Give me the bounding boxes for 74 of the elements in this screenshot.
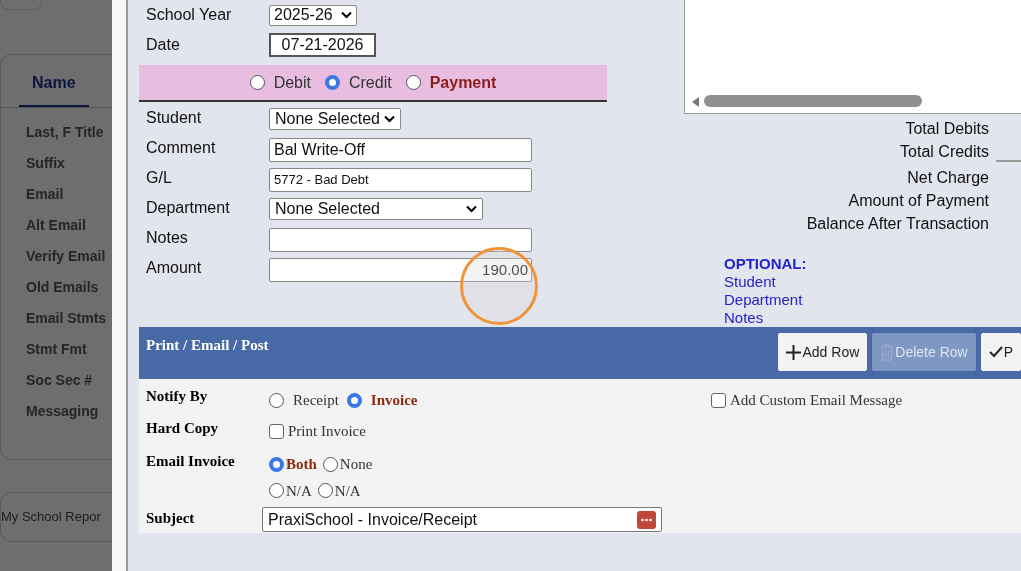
dropdown[interactable]: None Selected (269, 108, 401, 130)
school-year-select[interactable]: 2025-26 (269, 4, 357, 26)
field-label: Email Stmts (26, 309, 108, 328)
caret-icon (340, 11, 352, 19)
field-label: School Year (146, 5, 233, 25)
radio-label[interactable]: Invoice (370, 389, 418, 412)
field-label: Verify Email (26, 247, 107, 266)
field-label: Department (146, 198, 231, 217)
dropdown[interactable]: None Selected (269, 198, 483, 220)
caret-icon (466, 205, 477, 213)
trash-icon (880, 343, 895, 361)
field-label: Email Invoice (146, 452, 236, 471)
checkbox-label[interactable]: Print Invoice (288, 420, 366, 443)
radio-button[interactable] (269, 392, 284, 408)
plus-icon (786, 344, 802, 360)
amount-field[interactable]: 190.00 (269, 258, 532, 282)
total-label: Total Debits (905, 119, 989, 139)
radio-button[interactable] (317, 483, 333, 499)
optional-item: Student (724, 273, 777, 291)
radio-label[interactable]: N/A (334, 479, 361, 502)
field-label: Old Emails (26, 278, 100, 297)
check-icon (988, 346, 1003, 358)
radio-label[interactable]: N/A (286, 479, 312, 502)
field-label: Date (146, 35, 181, 55)
field-label: Alt Email (26, 216, 87, 235)
total-label: Balance After Transaction (806, 214, 989, 234)
field-label: Messaging (26, 402, 100, 421)
checkbox-label[interactable]: Add Custom Email Message (730, 389, 903, 412)
radio-label[interactable]: Receipt (293, 389, 339, 412)
field-label: Hard Copy (146, 419, 220, 438)
subject-field[interactable]: PraxiSchool - Invoice/Receipt (262, 507, 662, 532)
caret-icon (383, 115, 395, 123)
date-field[interactable]: 07-21-2026 (269, 33, 376, 57)
scroll-left-icon[interactable] (692, 97, 699, 107)
checkbox[interactable] (269, 423, 284, 439)
radio-label[interactable]: Payment (429, 70, 497, 95)
field-label: Soc Sec # (26, 371, 94, 390)
checkbox[interactable] (711, 392, 726, 408)
total-label: Amount of Payment (848, 191, 989, 211)
radio-button[interactable] (249, 75, 265, 90)
field-label: Subject (146, 509, 196, 528)
scrollbar-thumb[interactable] (704, 95, 922, 107)
radio-label[interactable]: Debit (273, 70, 311, 95)
radio-button[interactable] (325, 75, 340, 90)
field-label: Comment (146, 138, 217, 157)
field-label: Email (26, 185, 65, 204)
field-label: Last, F Title (26, 123, 105, 142)
optional-item: Notes (724, 309, 765, 327)
optional-item: Department (724, 291, 804, 309)
input-field[interactable]: 5772 - Bad Debt (269, 168, 532, 192)
input-field[interactable]: Bal Write-Off (269, 138, 532, 162)
section-title: Print / Email / Post (146, 336, 269, 355)
radio-label[interactable]: None (339, 453, 373, 476)
toolbar-button[interactable]: Add Row (778, 333, 868, 371)
input-field[interactable] (269, 228, 532, 252)
radio-label[interactable]: Both (286, 453, 317, 476)
radio-button[interactable] (322, 456, 338, 472)
field-label: Amount (146, 258, 203, 277)
field-label: Student (146, 108, 203, 127)
radio-button[interactable] (269, 483, 284, 499)
total-label: Net Charge (907, 168, 989, 188)
radio-label[interactable]: Credit (349, 70, 392, 95)
optional-heading: OPTIONAL: (724, 255, 808, 273)
more-icon[interactable] (637, 510, 656, 529)
field-label: G/L (146, 168, 173, 187)
total-label: Total Credits (900, 142, 989, 162)
field-label: Suffix (26, 154, 66, 173)
toolbar-button[interactable]: P (980, 333, 1021, 371)
radio-button[interactable] (405, 75, 421, 90)
radio-button[interactable] (346, 392, 362, 408)
field-label: Notify By (146, 387, 209, 406)
field-label: Stmt Fmt (26, 340, 88, 359)
radio-button[interactable] (269, 456, 284, 472)
field-label: Notes (146, 228, 189, 247)
